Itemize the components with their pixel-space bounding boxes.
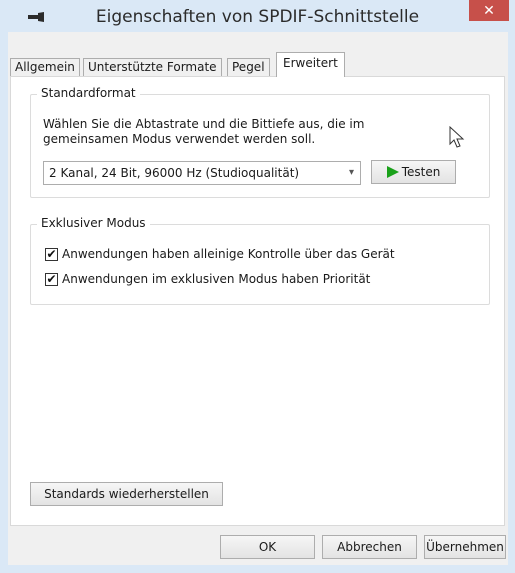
group-exklusiver-modus: Exklusiver Modus ✔ Anwendungen haben all… xyxy=(30,216,490,305)
test-button[interactable]: Testen xyxy=(371,160,456,184)
group-standardformat: Standardformat Wählen Sie die Abtastrate… xyxy=(30,86,490,198)
dialog-client-area: Allgemein Unterstützte Formate Pegel Erw… xyxy=(8,32,508,565)
restore-defaults-button[interactable]: Standards wiederherstellen xyxy=(30,482,223,506)
tab-allgemein[interactable]: Allgemein xyxy=(10,58,80,77)
dialog-window: Eigenschaften von SPDIF-Schnittstelle ✕ … xyxy=(0,0,515,573)
default-format-value: 2 Kanal, 24 Bit, 96000 Hz (Studioqualitä… xyxy=(49,166,300,180)
exclusive-control-label: Anwendungen haben alleinige Kontrolle üb… xyxy=(62,247,395,261)
title-bar[interactable]: Eigenschaften von SPDIF-Schnittstelle ✕ xyxy=(0,0,515,33)
cancel-button[interactable]: Abbrechen xyxy=(322,535,417,559)
tab-pegel[interactable]: Pegel xyxy=(227,58,270,77)
exclusive-control-checkbox[interactable]: ✔ xyxy=(45,248,58,261)
group-label-exklusiver-modus: Exklusiver Modus xyxy=(37,216,150,230)
test-button-label: Testen xyxy=(401,165,441,179)
play-icon xyxy=(386,166,399,178)
group-label-standardformat: Standardformat xyxy=(37,86,140,100)
apply-button[interactable]: Übernehmen xyxy=(424,535,506,559)
chevron-down-icon: ▾ xyxy=(348,167,354,178)
tab-page-erweitert: Standardformat Wählen Sie die Abtastrate… xyxy=(10,76,505,526)
format-description: Wählen Sie die Abtastrate und die Bittie… xyxy=(43,117,365,146)
tab-unterstuetzte-formate[interactable]: Unterstützte Formate xyxy=(83,58,222,77)
window-title: Eigenschaften von SPDIF-Schnittstelle xyxy=(95,7,420,27)
close-button[interactable]: ✕ xyxy=(469,0,509,21)
exclusive-priority-label: Anwendungen im exklusiven Modus haben Pr… xyxy=(62,272,371,286)
ok-button[interactable]: OK xyxy=(220,535,315,559)
default-format-select[interactable]: 2 Kanal, 24 Bit, 96000 Hz (Studioqualitä… xyxy=(43,161,361,185)
tab-erweitert[interactable]: Erweitert xyxy=(276,52,345,77)
exclusive-priority-checkbox[interactable]: ✔ xyxy=(45,273,58,286)
mouse-pointer-icon xyxy=(449,126,465,148)
close-icon: ✕ xyxy=(483,2,495,19)
